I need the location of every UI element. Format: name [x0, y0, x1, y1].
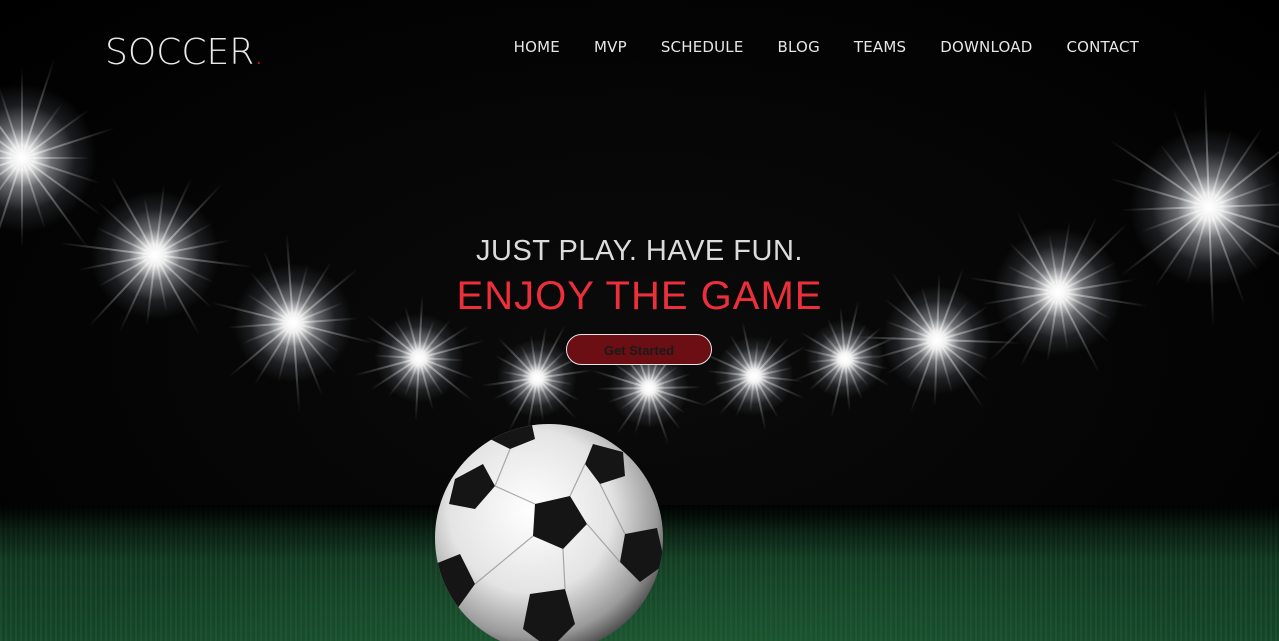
soccer-ball-image — [435, 424, 663, 641]
nav-item-teams[interactable]: TEAMS — [854, 38, 906, 56]
hero-tagline: JUST PLAY. HAVE FUN. — [476, 235, 803, 267]
main-nav: HOME MVP SCHEDULE BLOG TEAMS DOWNLOAD CO… — [480, 38, 1139, 56]
nav-item-schedule[interactable]: SCHEDULE — [661, 38, 744, 56]
logo-dot: . — [252, 32, 265, 73]
logo-text: SOCCER — [105, 32, 253, 73]
nav-item-home[interactable]: HOME — [514, 38, 560, 56]
get-started-button[interactable]: Get Started — [566, 334, 712, 365]
hero-section: SOCCER. HOME MVP SCHEDULE BLOG TEAMS DOW… — [0, 0, 1279, 641]
nav-item-contact[interactable]: CONTACT — [1066, 38, 1139, 56]
nav-item-blog[interactable]: BLOG — [778, 38, 820, 56]
nav-item-download[interactable]: DOWNLOAD — [940, 38, 1032, 56]
hero-headline: ENJOY THE GAME — [456, 274, 823, 318]
site-logo[interactable]: SOCCER. — [105, 32, 264, 73]
nav-item-mvp[interactable]: MVP — [594, 38, 627, 56]
